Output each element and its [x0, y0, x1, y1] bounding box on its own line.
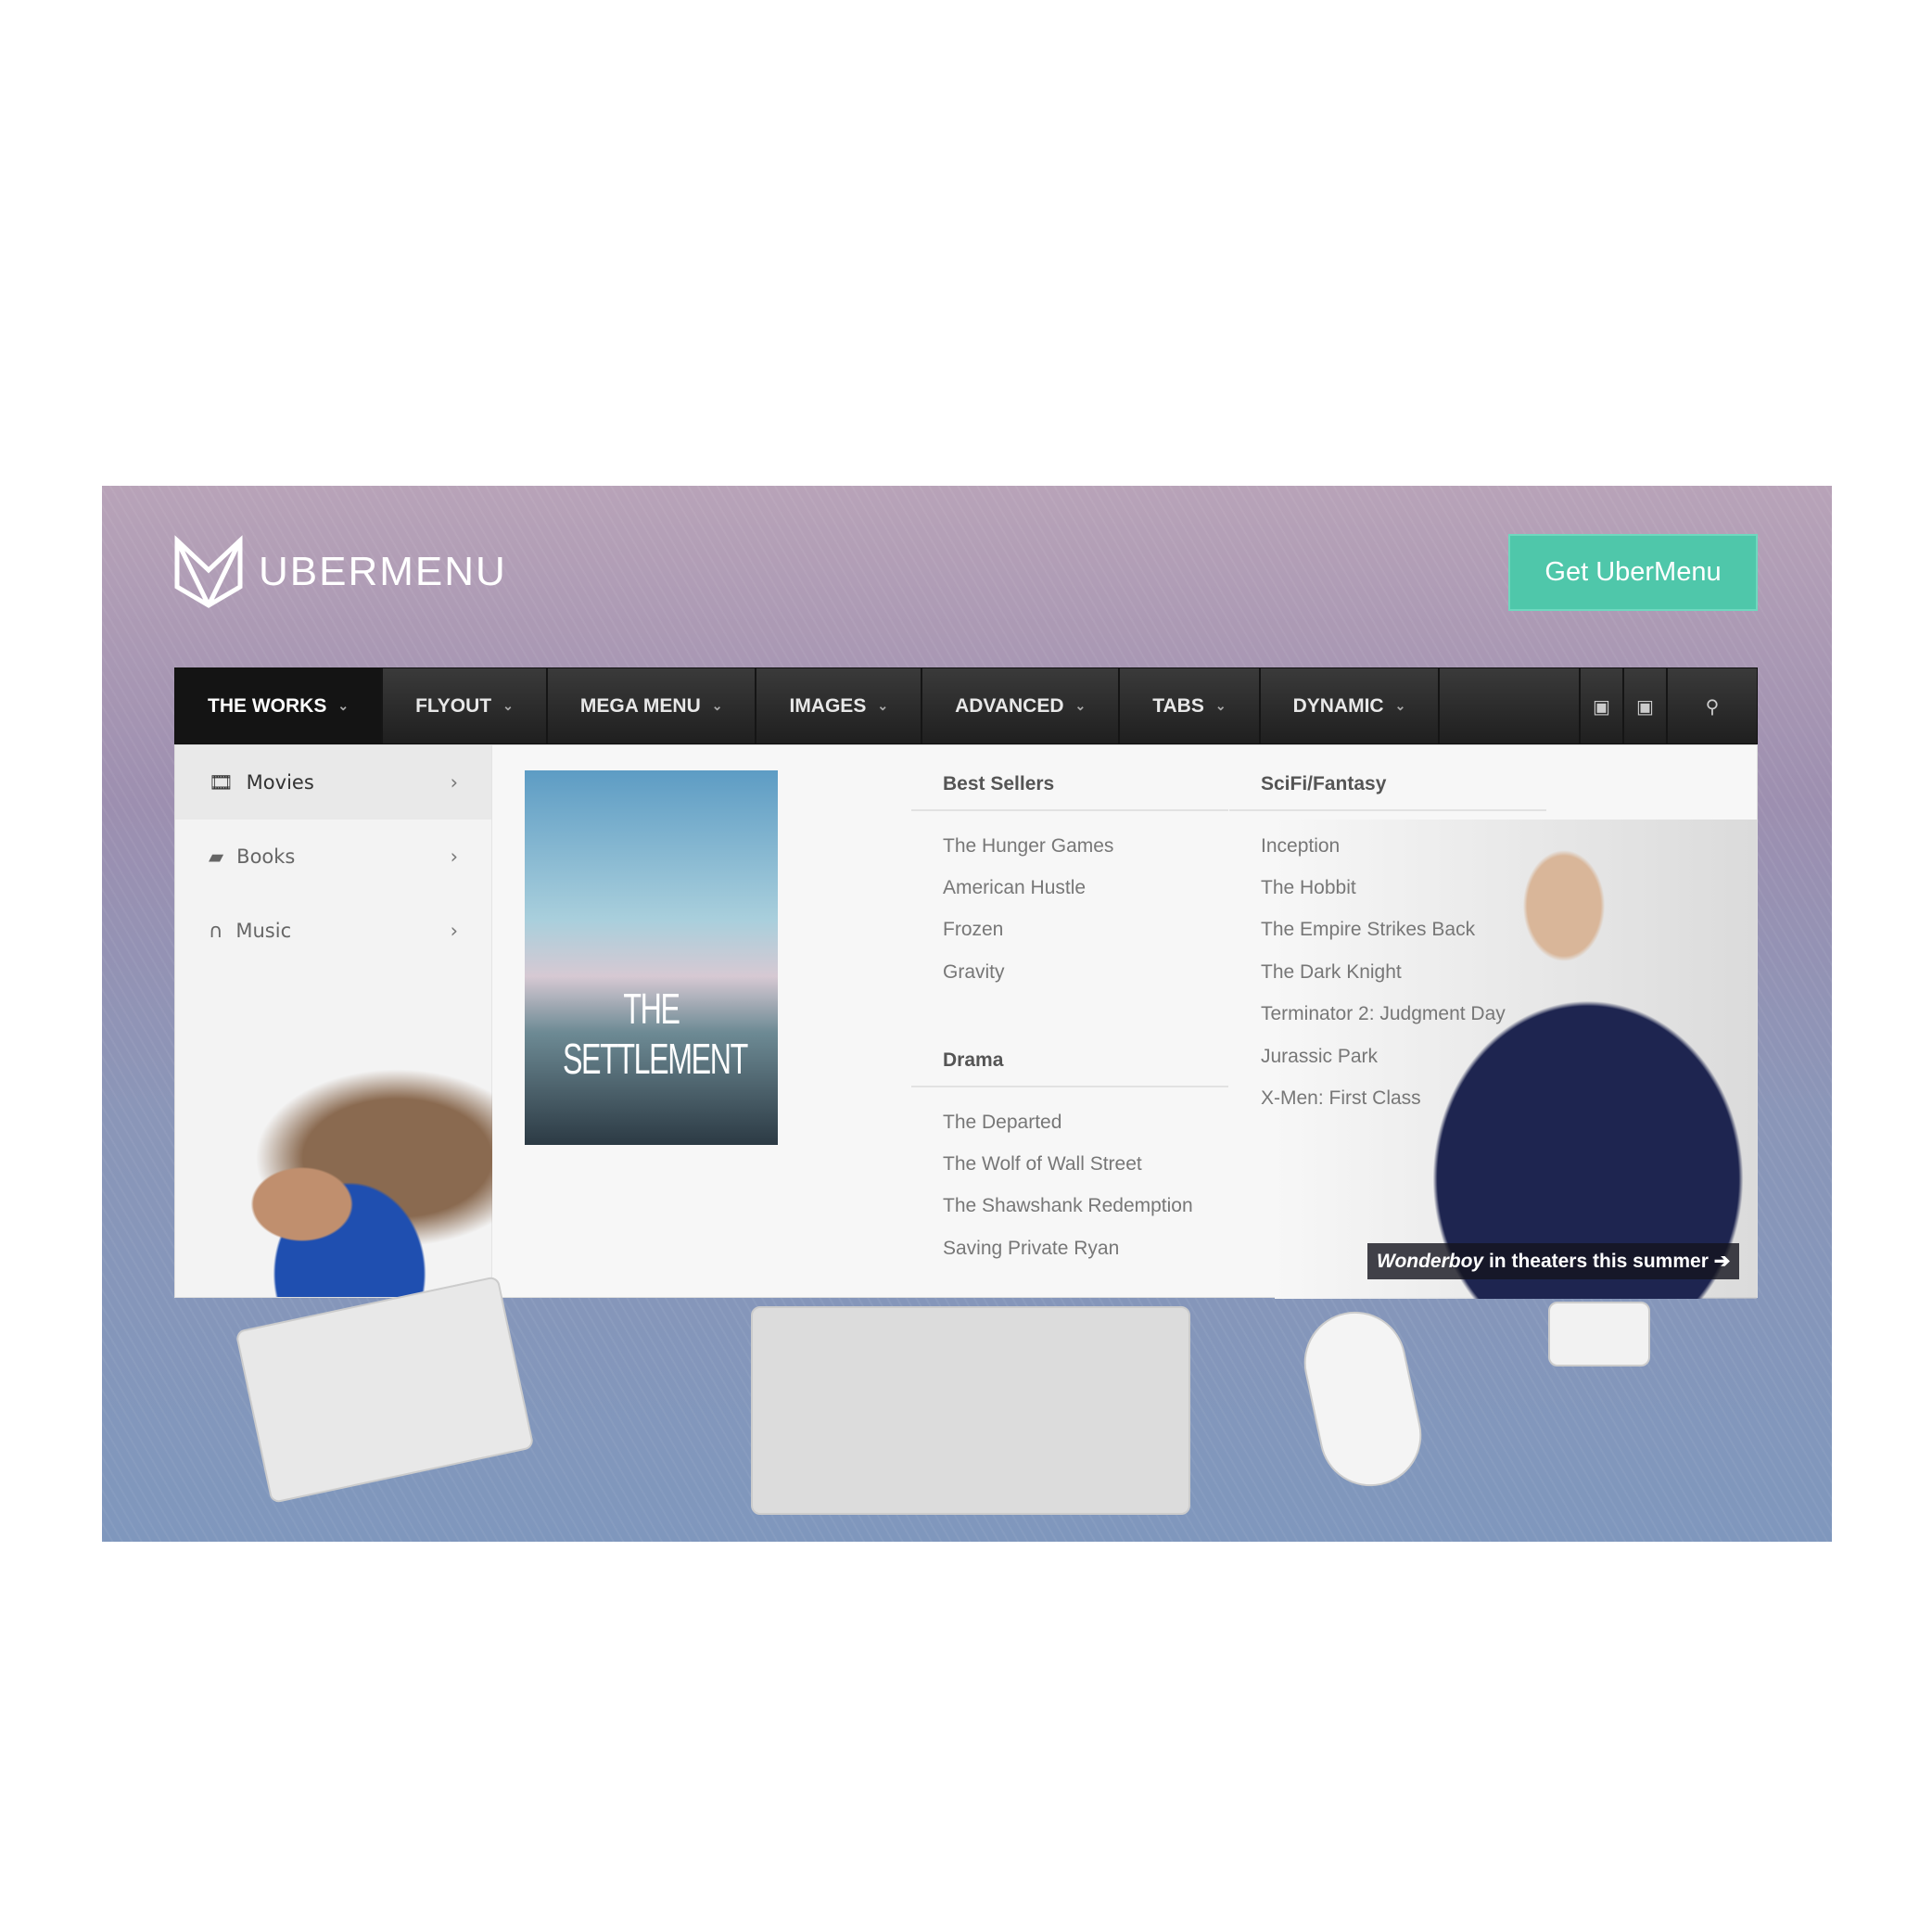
chevron-down-icon: ⌄ [1074, 698, 1087, 713]
menu-link[interactable]: Frozen [911, 909, 1228, 951]
chevron-right-icon: › [450, 845, 458, 868]
chevron-right-icon: › [450, 920, 458, 942]
divider [1229, 809, 1546, 811]
chevron-down-icon: ⌄ [1214, 698, 1227, 713]
nav-item-tabs[interactable]: TABS ⌄ [1120, 668, 1261, 744]
nav-item-mega-menu[interactable]: MEGA MENU ⌄ [548, 668, 757, 744]
keyboard-image [751, 1306, 1190, 1515]
column-heading[interactable]: Drama [911, 1035, 1228, 1086]
chevron-right-icon: › [450, 771, 458, 794]
ubermenu-logo-icon [174, 535, 243, 608]
nav-label: THE WORKS [208, 694, 327, 717]
nav-item-flyout[interactable]: FLYOUT ⌄ [383, 668, 548, 744]
menu-link[interactable]: American Hustle [911, 867, 1228, 909]
nav-label: FLYOUT [415, 694, 492, 717]
menu-link[interactable]: The Wolf of Wall Street [911, 1143, 1228, 1185]
menu-link[interactable]: The Hunger Games [911, 825, 1228, 867]
nav-label: IMAGES [789, 694, 867, 717]
chevron-circle-right-icon: ➔ [1713, 1251, 1731, 1272]
nav-item-advanced[interactable]: ADVANCED ⌄ [922, 668, 1121, 744]
chevron-down-icon: ⌄ [711, 698, 723, 713]
music-promo-image [175, 1065, 492, 1297]
menu-link[interactable]: The Hobbit [1229, 867, 1546, 909]
chevron-down-icon: ⌄ [337, 698, 350, 713]
facebook-icon[interactable]: ▣ [1624, 668, 1668, 744]
menu-link[interactable]: The Dark Knight [1229, 951, 1546, 993]
hero-banner: UBERMENU Get UberMenu THE WORKS ⌄ FLYOUT ⌄… [102, 486, 1832, 1542]
submenu-sidebar: 🎞 Movies › ▰ Books › ∩ Music › [175, 745, 492, 1297]
sidebar-item-label: Movies [246, 771, 314, 794]
get-ubermenu-button[interactable]: Get UberMenu [1508, 534, 1758, 611]
divider [911, 809, 1228, 811]
menu-link[interactable]: Jurassic Park [1229, 1036, 1546, 1077]
menu-link[interactable]: Terminator 2: Judgment Day [1229, 994, 1546, 1036]
nav-label: TABS [1152, 694, 1204, 717]
nav-spacer [1440, 668, 1581, 744]
sidebar-item-label: Books [236, 845, 296, 868]
column-heading[interactable]: Best Sellers [911, 758, 1228, 809]
nav-label: MEGA MENU [579, 694, 701, 717]
mega-menu-dropdown: 🎞 Movies › ▰ Books › ∩ Music › THE SETTLEMENT … [174, 744, 1758, 1299]
poster-title: THE SETTLEMENT [562, 985, 748, 1083]
nav-item-dynamic[interactable]: DYNAMIC ⌄ [1261, 668, 1441, 744]
twitter-icon[interactable]: ▣ [1581, 668, 1624, 744]
mouse-image [1294, 1302, 1431, 1496]
movie-poster-image[interactable]: THE SETTLEMENT [525, 770, 778, 1145]
column-drama: Drama The Departed The Wolf of Wall Stre… [911, 1035, 1228, 1270]
logo[interactable]: UBERMENU [173, 535, 507, 609]
search-icon[interactable]: ⚲ [1668, 668, 1757, 744]
caption-text: in theaters this summer [1483, 1251, 1709, 1272]
chevron-down-icon: ⌄ [1394, 698, 1406, 713]
column-heading[interactable]: SciFi/Fantasy [1229, 758, 1546, 809]
chevron-down-icon: ⌄ [877, 698, 889, 713]
menu-link[interactable]: X-Men: First Class [1229, 1077, 1546, 1119]
promo-caption-link[interactable]: Wonderboy in theaters this summer ➔ [1367, 1243, 1740, 1279]
divider [911, 1086, 1228, 1087]
phone-image [1548, 1302, 1650, 1366]
menu-link[interactable]: The Shawshank Redemption [911, 1186, 1228, 1227]
headphones-icon: ∩ [209, 920, 223, 942]
menu-link[interactable]: Gravity [911, 951, 1228, 993]
nav-item-images[interactable]: IMAGES ⌄ [756, 668, 923, 744]
sidebar-item-music[interactable]: ∩ Music › [175, 894, 491, 968]
tablet-image [235, 1275, 535, 1505]
chevron-down-icon: ⌄ [502, 698, 514, 713]
menu-link[interactable]: Inception [1229, 825, 1546, 867]
nav-label: DYNAMIC [1292, 694, 1384, 717]
menu-link[interactable]: The Empire Strikes Back [1229, 909, 1546, 951]
menu-link[interactable]: The Departed [911, 1101, 1228, 1143]
menu-link[interactable]: Saving Private Ryan [911, 1227, 1228, 1269]
sidebar-item-movies[interactable]: 🎞 Movies › [175, 745, 491, 820]
sidebar-item-label: Music [235, 920, 292, 942]
book-icon: ▰ [209, 845, 224, 868]
film-icon: 🎞 [209, 770, 234, 794]
logo-text: UBERMENU [259, 549, 507, 594]
column-best-sellers: Best Sellers The Hunger Games American H… [911, 758, 1228, 994]
main-nav: THE WORKS ⌄ FLYOUT ⌄ MEGA MENU ⌄ IMAGES ⌄ AD… [174, 667, 1758, 744]
sidebar-item-books[interactable]: ▰ Books › [175, 820, 491, 894]
nav-label: ADVANCED [955, 694, 1064, 717]
nav-item-the-works[interactable]: THE WORKS ⌄ [175, 668, 384, 744]
caption-title: Wonderboy [1377, 1251, 1484, 1272]
column-scifi: SciFi/Fantasy Inception The Hobbit The E… [1229, 758, 1546, 1120]
